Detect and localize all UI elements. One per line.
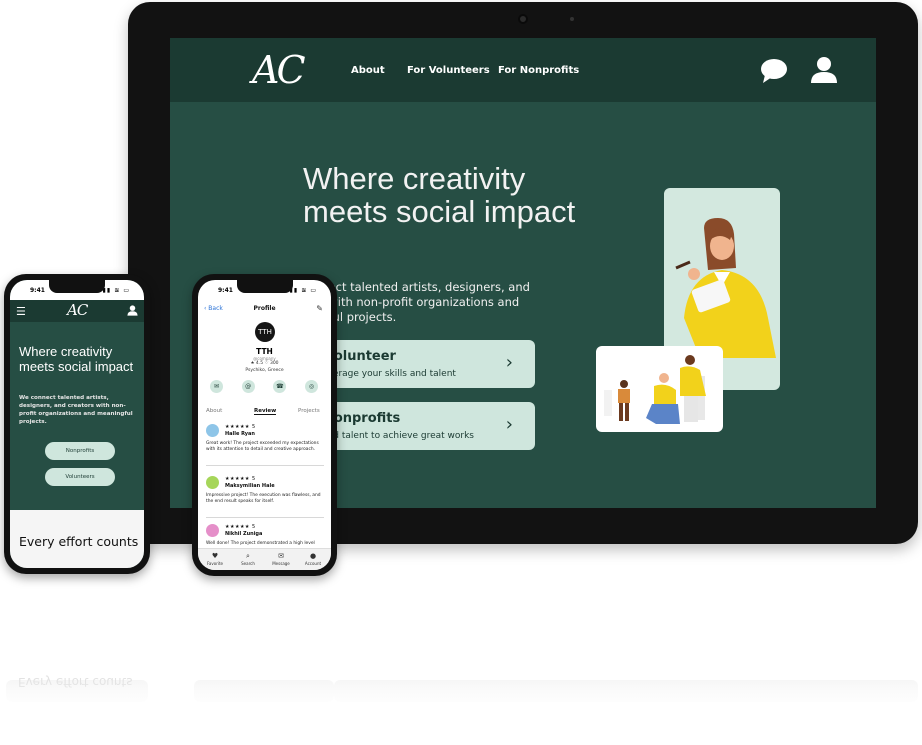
message-icon[interactable]: ✉ xyxy=(210,380,223,393)
mobile-hero-description: We connect talented artists, designers, … xyxy=(19,395,133,425)
effort-heading: Every effort counts xyxy=(19,534,139,549)
volunteer-card[interactable]: ...olunteer ...verage your skills and ta… xyxy=(303,340,535,388)
phone-notch xyxy=(49,280,105,293)
signal-battery-icon: ▮▮ ≋ ▭ xyxy=(289,287,317,294)
globe-icon[interactable]: ◎ xyxy=(304,380,318,393)
heart-icon: ♥ xyxy=(211,552,219,560)
review-text: Impressive project! The execution was fl… xyxy=(206,493,321,504)
profile-actions: ✉ @ ☎ ◎ xyxy=(210,380,318,393)
top-nav: AC About For Volunteers For Nonprofits xyxy=(170,38,876,102)
chat-icon[interactable] xyxy=(760,58,788,84)
nav-for-volunteers[interactable]: For Volunteers xyxy=(407,65,490,76)
floor-reflection: Every effort counts xyxy=(0,648,922,745)
nonprofits-button[interactable]: Nonprofits xyxy=(45,442,115,460)
tab-about[interactable]: About xyxy=(206,408,222,414)
ac-logo[interactable]: AC xyxy=(67,301,88,319)
menu-icon[interactable]: ☰ xyxy=(16,305,26,318)
tabbar-search[interactable]: ⌕ Search xyxy=(235,552,261,566)
review-stars: ★★★★★ 5 xyxy=(225,476,256,482)
profile-tabs: About Review Projects xyxy=(198,408,331,418)
tabbar-account-label: Account xyxy=(304,561,322,566)
reviewer-avatar xyxy=(206,424,219,437)
tab-review[interactable]: Review xyxy=(254,408,277,415)
effort-section: Every effort counts xyxy=(10,510,144,568)
review-stars: ★★★★★ 5 xyxy=(225,424,256,430)
reviewer-name: Nikhil Zuniga xyxy=(225,531,263,537)
tablet-sensor xyxy=(570,17,574,21)
reviewer-name: Maksymilian Hale xyxy=(225,483,275,489)
team-illustration xyxy=(596,346,723,432)
user-icon[interactable] xyxy=(127,305,138,316)
hero-description: ...nnect talented artists, designers, an… xyxy=(303,280,530,324)
nav-for-nonprofits[interactable]: For Nonprofits xyxy=(498,65,579,76)
hero-title: Where creativity meets social impact xyxy=(303,161,576,229)
reviewer-name: Halle Ryan xyxy=(225,431,255,437)
mobile-hero-title: Where creativity meets social impact xyxy=(19,344,134,374)
reflection-fade xyxy=(0,648,922,745)
phone-landing-screen: 9:41 ▮▮ ≋ ▭ ☰ AC Where creativity meets … xyxy=(10,280,144,568)
tabbar-search-label: Search xyxy=(241,561,255,566)
profile-header: ‹ Back Profile ✎ xyxy=(198,302,331,316)
profile-title: Profile xyxy=(253,305,276,312)
phone-profile: 9:41 ▮▮ ≋ ▭ ‹ Back Profile ✎ TTH TTH @co… xyxy=(192,274,337,576)
search-icon: ⌕ xyxy=(246,552,250,560)
edit-icon[interactable]: ✎ xyxy=(316,304,323,313)
reviewer-avatar xyxy=(206,524,219,537)
phone-icon[interactable]: ☎ xyxy=(273,380,287,393)
bottom-tab-bar: ♥ Favorite ⌕ Search ✉ Message ● Account xyxy=(198,548,331,570)
status-time: 9:41 xyxy=(30,287,45,294)
status-time: 9:41 xyxy=(218,287,233,294)
review-stars: ★★★★★ 5 xyxy=(225,524,256,530)
review-text: Well done! The project demonstrated a hi… xyxy=(206,541,315,546)
account-icon: ● xyxy=(309,552,317,560)
phone-profile-screen: 9:41 ▮▮ ≋ ▭ ‹ Back Profile ✎ TTH TTH @co… xyxy=(198,280,331,570)
tabbar-favorite[interactable]: ♥ Favorite xyxy=(202,552,228,566)
mobile-nav: ☰ AC xyxy=(10,300,144,322)
review-item: ★★★★★ 5 Halle Ryan Great work! The proje… xyxy=(206,422,324,466)
phone-notch xyxy=(236,280,293,293)
phone-landing: 9:41 ▮▮ ≋ ▭ ☰ AC Where creativity meets … xyxy=(4,274,150,574)
tabbar-favorite-label: Favorite xyxy=(207,561,223,566)
volunteers-button[interactable]: Volunteers xyxy=(45,468,115,486)
avatar: TTH xyxy=(255,322,275,342)
nonprofits-card-subtitle: ...nd talent to achieve great works xyxy=(319,431,474,441)
chevron-right-icon: › xyxy=(505,414,513,435)
email-icon[interactable]: @ xyxy=(241,380,255,393)
tabbar-message[interactable]: ✉ Message xyxy=(268,552,294,566)
signal-battery-icon: ▮▮ ≋ ▭ xyxy=(102,287,130,294)
tabbar-message-label: Message xyxy=(272,561,290,566)
reviewer-avatar xyxy=(206,476,219,489)
profile-name: TTH xyxy=(256,347,273,356)
profile-stats: ★ 4.5 ♡ 300 xyxy=(250,361,279,366)
profile-location: Psychiko, Greece xyxy=(245,368,284,373)
tablet-camera xyxy=(518,14,528,24)
volunteer-card-subtitle: ...verage your skills and talent xyxy=(319,369,456,379)
message-icon: ✉ xyxy=(278,552,284,560)
nonprofits-card[interactable]: ...onprofits ...nd talent to achieve gre… xyxy=(303,402,535,450)
review-item: ★★★★★ 5 Maksymilian Hale Impressive proj… xyxy=(206,474,324,518)
tab-projects[interactable]: Projects xyxy=(298,408,320,414)
chevron-right-icon: › xyxy=(505,352,513,373)
review-text: Great work! The project exceeded my expe… xyxy=(206,441,319,452)
ac-logo[interactable]: AC xyxy=(252,48,306,92)
tabbar-account[interactable]: ● Account xyxy=(300,552,326,566)
user-icon[interactable] xyxy=(810,56,838,84)
nav-about[interactable]: About xyxy=(351,65,385,76)
